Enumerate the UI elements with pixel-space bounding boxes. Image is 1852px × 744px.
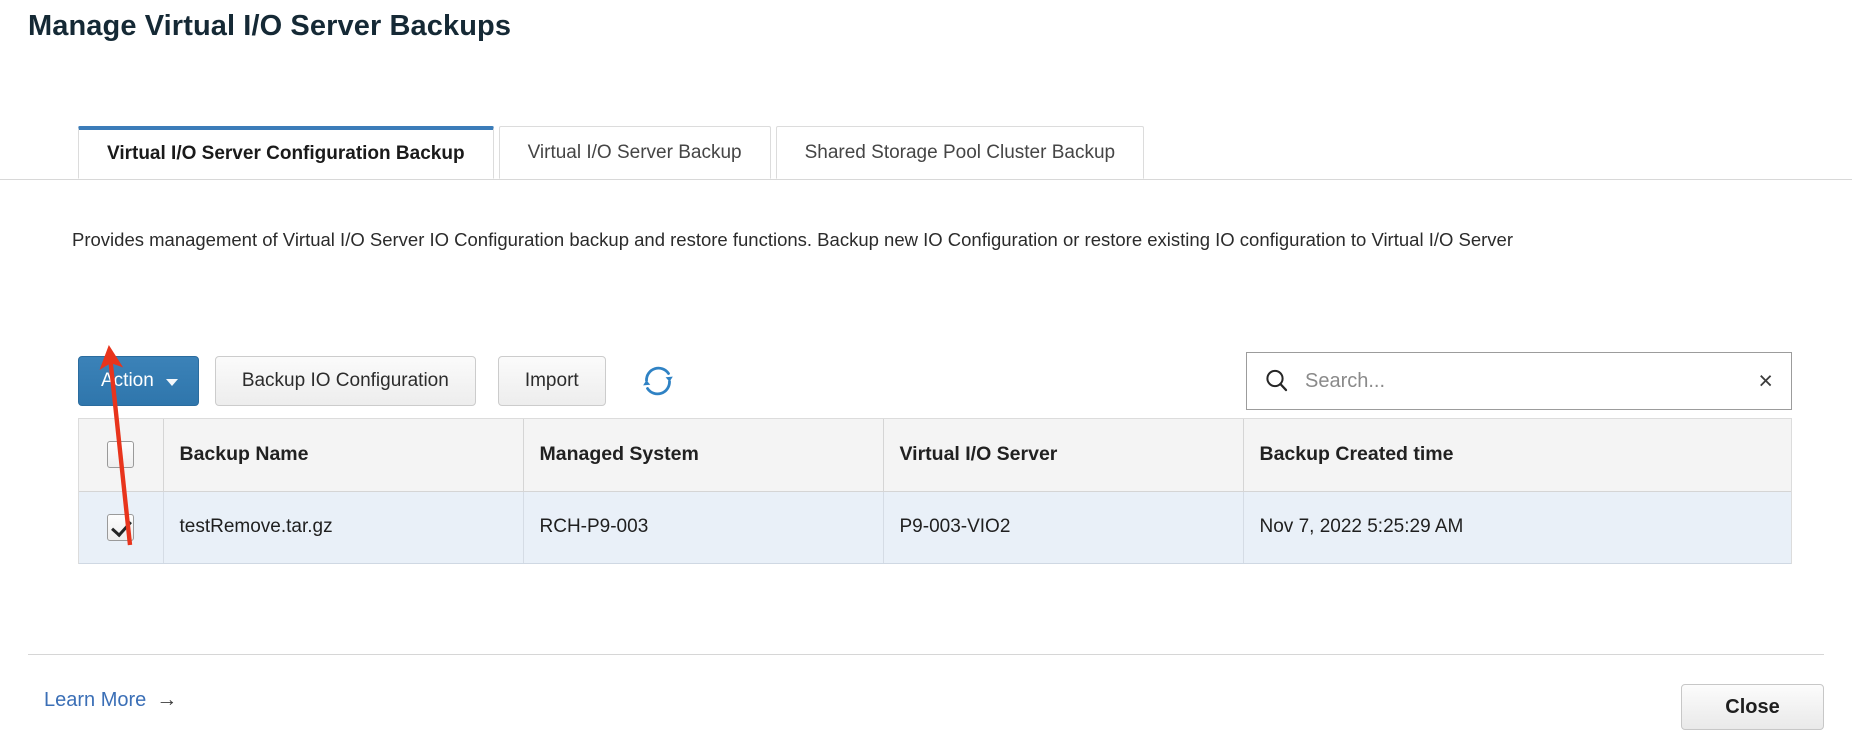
table-header-row: Backup Name Managed System Virtual I/O S… <box>79 419 1791 492</box>
search-input[interactable] <box>1303 368 1757 394</box>
page-title: Manage Virtual I/O Server Backups <box>28 10 512 42</box>
tab-strip: Virtual I/O Server Configuration Backup … <box>0 126 1852 180</box>
row-checkbox[interactable] <box>107 513 135 541</box>
backup-io-configuration-button[interactable]: Backup IO Configuration <box>214 356 476 406</box>
learn-more-link[interactable]: Learn More → <box>44 688 177 712</box>
refresh-button[interactable] <box>632 356 684 406</box>
select-all-header <box>79 419 164 492</box>
import-label: Import <box>524 370 579 391</box>
tab-virtual-io-server-backup[interactable]: Virtual I/O Server Backup <box>498 126 771 179</box>
select-all-checkbox[interactable] <box>107 441 135 469</box>
panel-description: Provides management of Virtual I/O Serve… <box>72 229 1513 250</box>
column-header-managed-system[interactable]: Managed System <box>523 419 884 492</box>
tab-shared-storage-pool-cluster-backup[interactable]: Shared Storage Pool Cluster Backup <box>775 126 1145 179</box>
action-button-label: Action <box>101 370 154 391</box>
close-button-label: Close <box>1725 695 1780 718</box>
table-toolbar: Action Backup IO Configuration Import <box>78 355 684 407</box>
refresh-icon <box>642 366 673 396</box>
search-box[interactable]: × <box>1246 352 1792 410</box>
table-row[interactable]: testRemove.tar.gz RCH-P9-003 P9-003-VIO2… <box>79 491 1791 564</box>
cell-virtual-io-server: P9-003-VIO2 <box>883 491 1244 564</box>
column-header-virtual-io-server[interactable]: Virtual I/O Server <box>883 419 1244 492</box>
tab-virtual-io-server-configuration-backup[interactable]: Virtual I/O Server Configuration Backup <box>78 126 494 179</box>
row-select-cell <box>79 491 164 564</box>
arrow-right-icon: → <box>156 688 178 711</box>
column-header-backup-created-time[interactable]: Backup Created time <box>1243 419 1791 492</box>
backup-io-configuration-label: Backup IO Configuration <box>241 370 449 391</box>
close-icon[interactable]: × <box>1756 368 1775 394</box>
cell-backup-name: testRemove.tar.gz <box>163 491 524 564</box>
learn-more-label: Learn More <box>44 688 147 711</box>
close-button[interactable]: Close <box>1681 684 1824 730</box>
search-icon <box>1266 369 1288 392</box>
cell-backup-created-time: Nov 7, 2022 5:25:29 AM <box>1243 491 1791 564</box>
action-button[interactable]: Action <box>78 356 199 406</box>
dialog-manage-vios-backups: Manage Virtual I/O Server Backups Virtua… <box>0 0 1852 744</box>
backups-table: Backup Name Managed System Virtual I/O S… <box>78 418 1792 564</box>
chevron-down-icon <box>165 379 178 386</box>
tab-label: Virtual I/O Server Backup <box>527 141 742 163</box>
import-button[interactable]: Import <box>497 356 606 406</box>
column-header-backup-name[interactable]: Backup Name <box>163 419 524 492</box>
cell-managed-system: RCH-P9-003 <box>523 491 884 564</box>
tab-label: Virtual I/O Server Configuration Backup <box>107 143 465 164</box>
tab-label: Shared Storage Pool Cluster Backup <box>804 141 1116 163</box>
footer-divider <box>28 654 1824 655</box>
